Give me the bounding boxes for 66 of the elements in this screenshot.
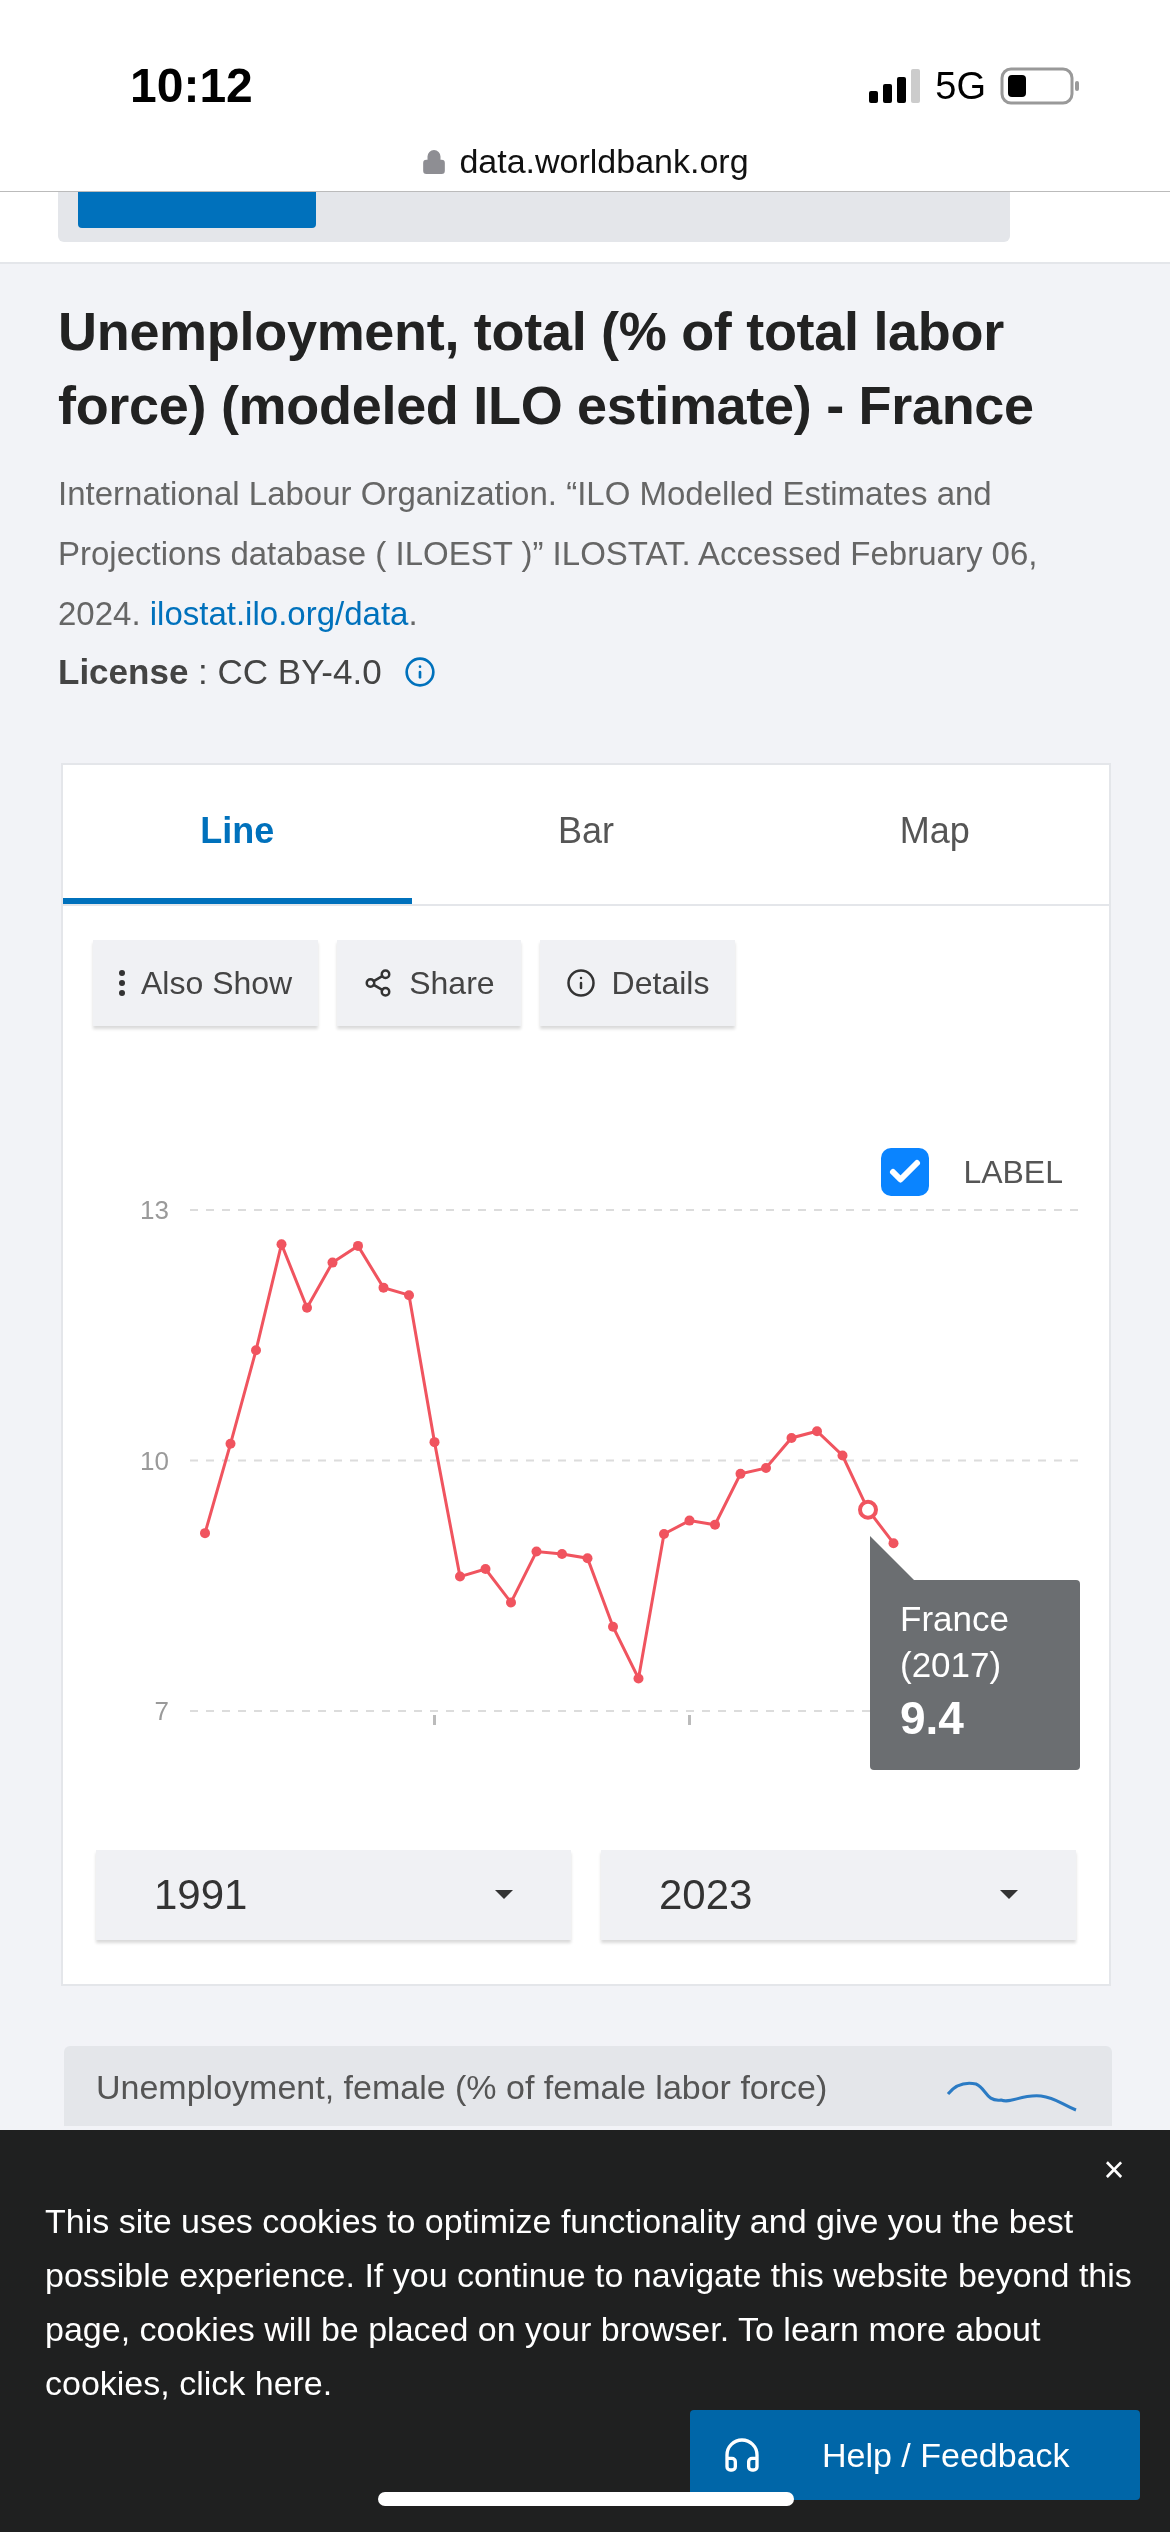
close-button[interactable]: × xyxy=(1094,2150,1134,2190)
chart-tab[interactable]: Line xyxy=(63,764,412,904)
url-text[interactable]: data.worldbank.org xyxy=(459,136,749,187)
data-point xyxy=(888,1537,899,1548)
dropdown-caret-icon xyxy=(1000,1890,1018,1899)
data-point xyxy=(531,1546,542,1556)
data-point xyxy=(582,1552,593,1563)
data-point xyxy=(735,1468,746,1479)
chart-tab[interactable]: Bar xyxy=(411,764,761,904)
search-bar[interactable] xyxy=(58,192,1010,242)
network-label: 5G xyxy=(935,63,986,109)
data-point xyxy=(506,1596,516,1607)
cookie-notice-text: This site uses cookies to optimize functionality and give you the best possible experience. If you continue to navigate this website beyond this page, cookies will be placed on your browser. To learn more about cookies, click here. xyxy=(45,2201,1133,2404)
info-icon xyxy=(565,967,596,998)
data-point xyxy=(225,1438,236,1449)
more-icon xyxy=(119,969,125,996)
y-axis-label: 13 xyxy=(140,1194,169,1225)
source-link[interactable]: ilostat.ilo.org/data xyxy=(149,595,409,632)
tooltip-series: France xyxy=(900,1597,1010,1640)
action-button[interactable]: Also Show xyxy=(93,939,319,1026)
lock-icon xyxy=(421,148,448,175)
data-point xyxy=(353,1240,363,1251)
license-text: License : CC BY-4.0 xyxy=(58,651,382,693)
data-point xyxy=(812,1425,822,1436)
data-point xyxy=(633,1672,644,1683)
help-feedback-button[interactable]: Help / Feedback xyxy=(690,2410,1140,2500)
data-point xyxy=(710,1519,720,1530)
data-point xyxy=(761,1462,771,1473)
data-point xyxy=(327,1257,338,1268)
data-point xyxy=(251,1344,261,1355)
tooltip-year: (2017) xyxy=(900,1643,1003,1686)
data-point xyxy=(837,1450,848,1460)
action-button[interactable]: Details xyxy=(539,939,736,1026)
related-indicator-item[interactable]: Unemployment, female (% of female labor force) xyxy=(64,2045,1112,2126)
highlighted-point xyxy=(858,1499,878,1520)
related-indicator-title: Unemployment, female (% of female labor force) xyxy=(96,2066,828,2108)
data-point xyxy=(480,1563,491,1574)
data-point xyxy=(200,1527,210,1538)
dropdown-caret-icon xyxy=(495,1890,513,1899)
data-point xyxy=(429,1436,440,1447)
y-axis-label: 10 xyxy=(140,1445,169,1475)
label-checkbox[interactable] xyxy=(881,1147,930,1196)
action-button[interactable]: Share xyxy=(337,939,521,1026)
info-icon[interactable] xyxy=(403,656,436,689)
data-point xyxy=(404,1289,414,1300)
y-axis-label: 7 xyxy=(154,1695,169,1726)
citation-text: International Labour Organization. “ILO Modelled Estimates and Projections database ( ILOEST )” ILOSTAT. Accessed February 06, 2024. ilostat.ilo.org/data. xyxy=(58,474,1039,634)
data-point xyxy=(684,1515,695,1526)
data-point xyxy=(659,1528,669,1539)
data-point xyxy=(557,1548,567,1559)
page-title: Unemployment, total (% of total labor force) (modeled ILO estimate) - France xyxy=(58,300,1035,437)
data-point xyxy=(455,1571,465,1582)
battery-icon xyxy=(1000,67,1080,105)
data-point xyxy=(608,1621,618,1632)
data-point xyxy=(302,1302,312,1313)
signal-icon xyxy=(869,69,922,103)
data-point xyxy=(378,1282,389,1293)
checkbox-label: LABEL xyxy=(963,1152,1063,1192)
data-point xyxy=(276,1238,287,1249)
chart-tab[interactable]: Map xyxy=(760,764,1109,904)
year-dropdown[interactable]: 1991 xyxy=(96,1849,571,1940)
headset-icon xyxy=(722,2435,762,2475)
status-time: 10:12 xyxy=(130,58,253,114)
year-dropdown[interactable]: 2023 xyxy=(601,1849,1076,1940)
data-point xyxy=(786,1432,797,1443)
tooltip-value: 9.4 xyxy=(900,1690,965,1746)
